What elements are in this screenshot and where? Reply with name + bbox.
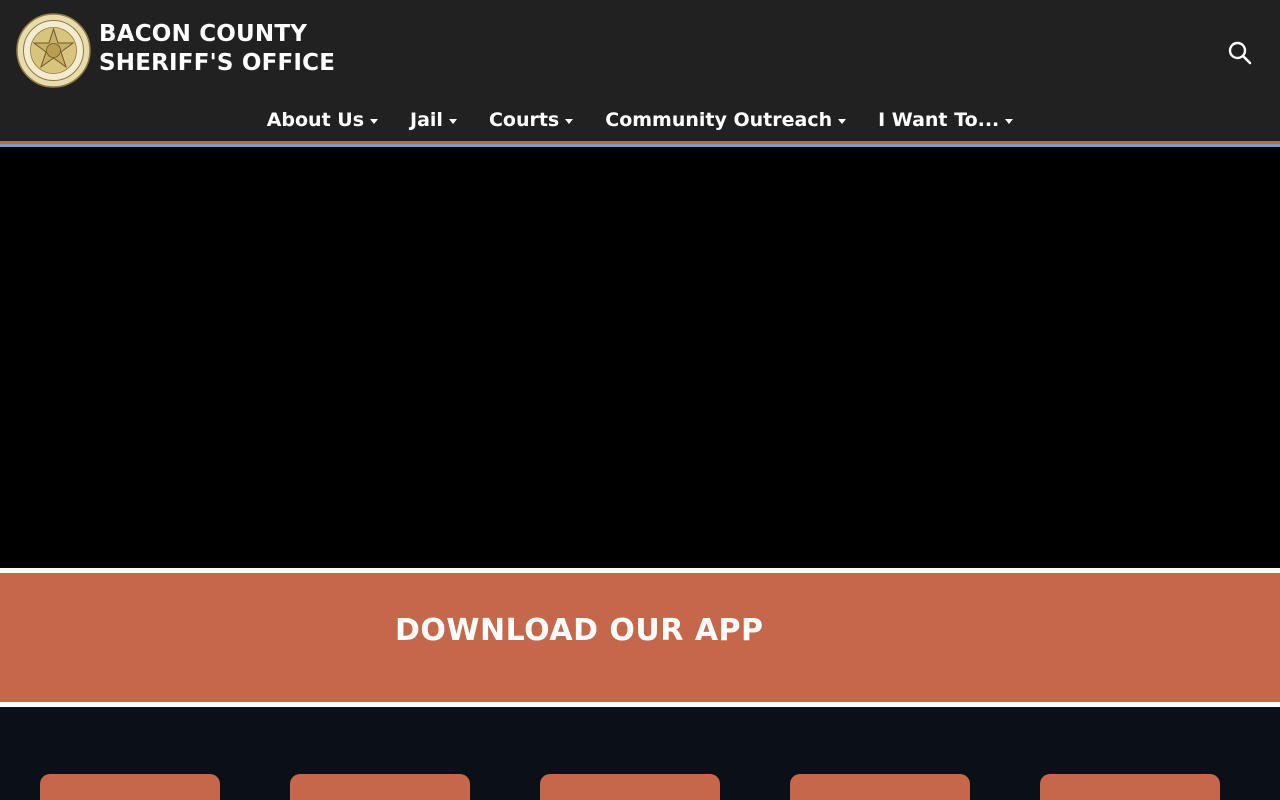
site-title-line-1: BACON COUNTY: [99, 21, 308, 47]
nav-item-i-want-to[interactable]: I Want To...: [878, 109, 1014, 131]
chevron-down-icon: [448, 118, 457, 124]
quick-link-card[interactable]: [1040, 774, 1220, 800]
quick-link-card[interactable]: [290, 774, 470, 800]
site-title-line-2: SHERIFF'S OFFICE: [99, 50, 336, 76]
quick-links-section: [0, 707, 1280, 800]
nav-item-jail[interactable]: Jail: [410, 109, 457, 131]
nav-item-label: Community Outreach: [605, 109, 833, 131]
nav-item-label: I Want To...: [878, 109, 1000, 131]
sheriff-badge-logo[interactable]: [16, 13, 91, 88]
site-title[interactable]: BACON COUNTY SHERIFF'S OFFICE: [99, 20, 335, 78]
quick-link-card[interactable]: [540, 774, 720, 800]
site-header: BACON COUNTY SHERIFF'S OFFICE About Us J…: [0, 0, 1280, 141]
download-app-link[interactable]: DOWNLOAD OUR APP: [395, 613, 764, 648]
nav-item-label: About Us: [266, 109, 365, 131]
hero-video-area: [0, 147, 1280, 568]
search-icon[interactable]: [1226, 39, 1254, 67]
chevron-down-icon: [838, 118, 847, 124]
download-app-banner: DOWNLOAD OUR APP: [0, 573, 1280, 702]
quick-link-card[interactable]: [790, 774, 970, 800]
nav-item-community-outreach[interactable]: Community Outreach: [605, 109, 847, 131]
nav-item-label: Courts: [488, 109, 560, 131]
chevron-down-icon: [1005, 118, 1014, 124]
nav-item-courts[interactable]: Courts: [488, 109, 574, 131]
chevron-down-icon: [370, 118, 379, 124]
main-nav: About Us Jail Courts Community Outreach …: [0, 104, 1280, 136]
nav-item-about-us[interactable]: About Us: [266, 109, 379, 131]
chevron-down-icon: [565, 118, 574, 124]
nav-item-label: Jail: [410, 109, 443, 131]
quick-link-card[interactable]: [40, 774, 220, 800]
